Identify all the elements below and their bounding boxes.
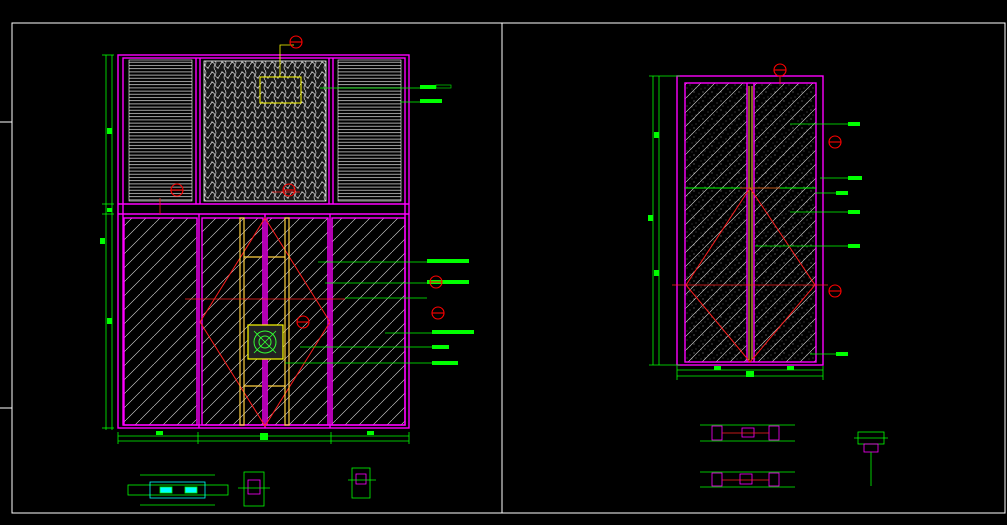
right-louvre-panel	[337, 59, 402, 202]
lower-glass-panels	[123, 214, 406, 428]
centre-handle	[748, 86, 753, 360]
note-tags	[420, 84, 474, 365]
double-door-elevation	[100, 44, 474, 444]
cad-drawing-canvas	[0, 22, 1006, 514]
profile-detail-1	[127, 474, 229, 506]
section-detail	[854, 431, 888, 486]
profile-detail-3	[348, 467, 376, 499]
profile-detail-2	[238, 471, 270, 507]
hinge-detail-bottom	[700, 471, 795, 488]
note-tags-right	[836, 122, 862, 356]
carved-transom-panel	[203, 60, 327, 202]
left-louvre-panel	[128, 59, 193, 202]
hinge-detail-top	[700, 424, 795, 442]
single-door-elevation	[648, 75, 862, 380]
